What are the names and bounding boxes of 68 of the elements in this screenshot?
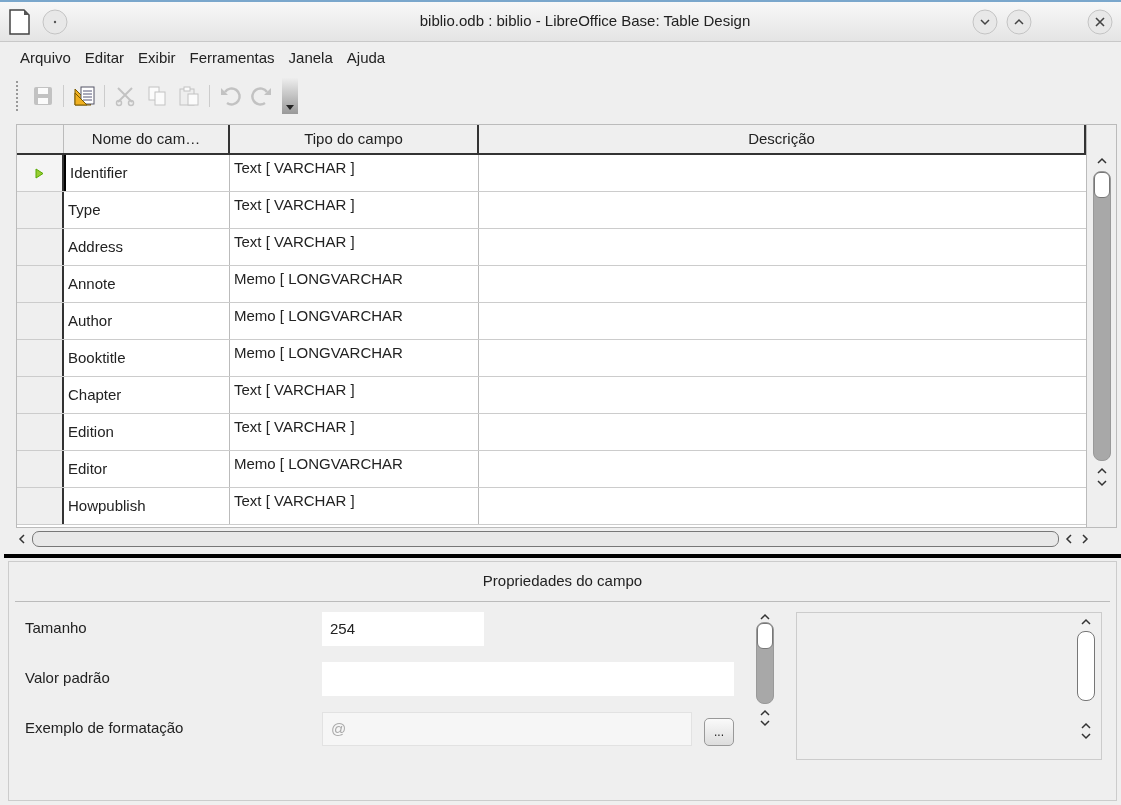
menu-item[interactable]: Janela bbox=[288, 46, 333, 70]
table-cell[interactable]: Text [ VARCHAR ] bbox=[230, 414, 479, 450]
column-header[interactable]: Tipo do campo bbox=[230, 125, 479, 153]
table-cell[interactable]: Author bbox=[64, 303, 230, 339]
row-header[interactable] bbox=[17, 229, 64, 265]
row-header[interactable] bbox=[17, 414, 64, 450]
scroll-down-icon[interactable] bbox=[758, 717, 772, 728]
row-header[interactable] bbox=[17, 192, 64, 228]
input-field[interactable]: 254 bbox=[322, 611, 484, 646]
vertical-scrollbar[interactable] bbox=[1086, 125, 1116, 527]
row-header[interactable] bbox=[17, 340, 64, 376]
field-label: Tamanho bbox=[25, 618, 88, 639]
menu-item[interactable]: Ferramentas bbox=[189, 46, 275, 70]
table-cell[interactable]: Memo [ LONGVARCHAR bbox=[230, 340, 479, 376]
scroll-right-icon[interactable] bbox=[1079, 532, 1091, 546]
table-cell[interactable]: Memo [ LONGVARCHAR bbox=[230, 451, 479, 487]
table-cell[interactable]: Editor bbox=[64, 451, 230, 487]
row-header[interactable] bbox=[17, 155, 64, 191]
close-button[interactable] bbox=[1087, 8, 1113, 35]
scroll-up-icon[interactable] bbox=[1079, 616, 1093, 627]
caret-icon bbox=[286, 105, 294, 110]
scroll-up-icon[interactable] bbox=[758, 707, 772, 718]
scroll-left-icon[interactable] bbox=[16, 532, 28, 546]
table-cell[interactable]: Howpublish bbox=[64, 488, 230, 524]
toolbar-grip[interactable] bbox=[16, 81, 19, 111]
scroll-up-icon[interactable] bbox=[758, 611, 772, 622]
table-cell[interactable]: Booktitle bbox=[64, 340, 230, 376]
scrollbar-thumb[interactable] bbox=[1093, 172, 1110, 198]
table-cell[interactable]: Text [ VARCHAR ] bbox=[230, 155, 479, 191]
table-cell[interactable]: Text [ VARCHAR ] bbox=[230, 192, 479, 228]
row-header[interactable] bbox=[17, 303, 64, 339]
table-cell[interactable]: Type bbox=[64, 192, 230, 228]
scrollbar-thumb[interactable] bbox=[1077, 630, 1095, 701]
scroll-down-icon[interactable] bbox=[1094, 477, 1109, 489]
table-cell[interactable]: Identifier bbox=[64, 155, 230, 191]
table-cell[interactable]: Edition bbox=[64, 414, 230, 450]
minimize-button[interactable] bbox=[972, 8, 998, 35]
row-header[interactable] bbox=[17, 488, 64, 524]
toolbar-overflow-button[interactable] bbox=[282, 78, 298, 114]
menu-item[interactable]: Exibir bbox=[138, 46, 176, 70]
panel-title: Propriedades do campo bbox=[15, 562, 1110, 602]
window-title: biblio.odb : biblio - LibreOffice Base: Table Design bbox=[418, 11, 752, 32]
table-cell[interactable]: Text [ VARCHAR ] bbox=[230, 377, 479, 413]
table-cell[interactable]: Address bbox=[64, 229, 230, 265]
table-cell[interactable]: Chapter bbox=[64, 377, 230, 413]
document-icon bbox=[8, 8, 30, 35]
scroll-up-icon[interactable] bbox=[1079, 720, 1093, 731]
field-label: Exemplo de formatação bbox=[25, 718, 185, 739]
table-cell[interactable]: Annote bbox=[64, 266, 230, 302]
table-cell[interactable]: Text [ VARCHAR ] bbox=[230, 229, 479, 265]
table-design-icon[interactable] bbox=[72, 84, 96, 108]
current-row-icon bbox=[35, 167, 44, 179]
column-header[interactable]: Nome do cam… bbox=[64, 125, 230, 153]
scroll-down-icon[interactable] bbox=[1079, 730, 1093, 741]
scroll-left-icon[interactable] bbox=[1063, 532, 1075, 546]
menu-item[interactable]: Ajuda bbox=[346, 46, 386, 70]
horizontal-scrollbar[interactable] bbox=[32, 531, 1059, 547]
maximize-button[interactable] bbox=[1006, 8, 1032, 35]
row-header[interactable] bbox=[17, 266, 64, 302]
table-cell[interactable]: Memo [ LONGVARCHAR bbox=[230, 303, 479, 339]
menu-item[interactable]: Editar bbox=[84, 46, 125, 70]
table-cell[interactable]: Text [ VARCHAR ] bbox=[230, 488, 479, 524]
menu-item[interactable]: Arquivo bbox=[20, 46, 71, 70]
field-label: Valor padrão bbox=[25, 668, 111, 689]
row-header[interactable] bbox=[17, 451, 64, 487]
table-cell[interactable]: Memo [ LONGVARCHAR bbox=[230, 266, 479, 302]
scrollbar-thumb[interactable] bbox=[757, 622, 773, 649]
row-header[interactable] bbox=[17, 377, 64, 413]
